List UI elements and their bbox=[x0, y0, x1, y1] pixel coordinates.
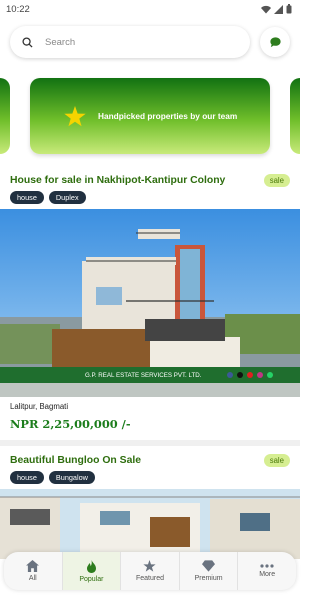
listing-title[interactable]: Beautiful Bungloo On Sale bbox=[10, 455, 141, 466]
search-input[interactable]: Search bbox=[10, 26, 250, 58]
listing-price: NPR 2,25,00,000 /- bbox=[10, 417, 131, 431]
tag-subtype: Bungalow bbox=[48, 471, 95, 484]
nav-label: All bbox=[28, 575, 37, 582]
chat-icon bbox=[269, 36, 281, 47]
star-icon bbox=[143, 560, 157, 572]
search-placeholder: Search bbox=[45, 36, 76, 48]
nav-popular[interactable]: Popular bbox=[62, 552, 122, 590]
nav-featured[interactable]: Featured bbox=[121, 552, 180, 590]
listing-location: Lalitpur, Bagmati bbox=[10, 402, 69, 411]
listing-card[interactable]: House for sale in Nakhipot-Kantipur Colo… bbox=[0, 174, 300, 446]
nav-premium[interactable]: Premium bbox=[180, 552, 239, 590]
listing-title[interactable]: House for sale in Nakhipot-Kantipur Colo… bbox=[10, 175, 225, 186]
photo-watermark: G.P. REAL ESTATE SERVICES PVT. LTD. bbox=[85, 372, 202, 379]
nav-label: More bbox=[259, 571, 276, 578]
nav-label: Premium bbox=[194, 575, 223, 582]
chat-button[interactable] bbox=[260, 27, 290, 57]
search-icon bbox=[22, 36, 33, 48]
listing-card[interactable]: Beautiful Bungloo On Sale sale house Bun… bbox=[0, 454, 300, 559]
listing-photo[interactable]: G.P. REAL ESTATE SERVICES PVT. LTD. bbox=[0, 209, 300, 397]
nav-all[interactable]: All bbox=[4, 552, 63, 590]
status-bar: 10:22 bbox=[0, 0, 300, 18]
banner-text: Handpicked properties by our team bbox=[98, 111, 238, 121]
bungalow-photo-illustration bbox=[0, 489, 300, 559]
status-icons bbox=[261, 4, 292, 14]
tag-type: house bbox=[10, 191, 44, 204]
promo-banner[interactable]: Handpicked properties by our team bbox=[30, 78, 270, 154]
signal-icon bbox=[274, 4, 283, 14]
promo-carousel[interactable]: Handpicked properties by our team bbox=[0, 68, 300, 178]
sale-badge: sale bbox=[263, 174, 290, 187]
listing-divider bbox=[0, 440, 300, 446]
carousel-prev-card[interactable] bbox=[0, 78, 10, 154]
carousel-next-card[interactable] bbox=[290, 78, 300, 154]
nav-more[interactable]: More bbox=[238, 552, 296, 590]
sale-badge: sale bbox=[263, 454, 290, 467]
diamond-icon bbox=[202, 560, 216, 572]
house-photo-illustration: G.P. REAL ESTATE SERVICES PVT. LTD. bbox=[0, 209, 300, 397]
listing-photo[interactable] bbox=[0, 489, 300, 559]
bottom-navigation: All Popular Featured Premium More bbox=[4, 552, 296, 590]
star-icon bbox=[64, 105, 86, 126]
wifi-icon bbox=[261, 5, 271, 13]
nav-label: Popular bbox=[79, 575, 104, 583]
battery-icon bbox=[286, 4, 292, 14]
home-icon bbox=[26, 560, 40, 572]
tag-type: house bbox=[10, 471, 44, 484]
nav-label: Featured bbox=[135, 575, 164, 582]
fire-icon bbox=[86, 559, 96, 573]
more-dots-icon bbox=[260, 564, 274, 568]
tag-subtype: Duplex bbox=[48, 191, 86, 204]
status-time: 10:22 bbox=[6, 3, 30, 15]
